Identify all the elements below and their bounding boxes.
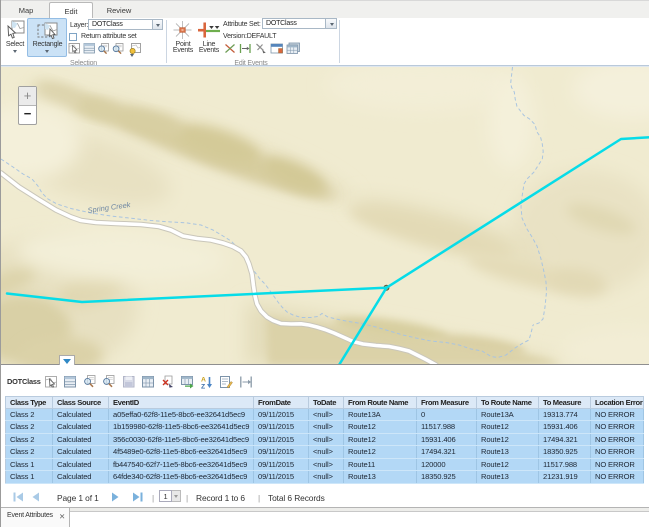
svg-text:A: A <box>201 377 206 384</box>
svg-text:Z: Z <box>201 384 205 391</box>
